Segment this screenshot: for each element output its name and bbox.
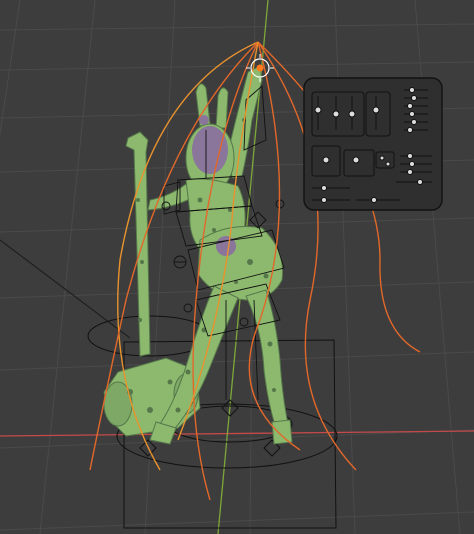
x-axis-line — [0, 430, 474, 437]
camera-frustum-line — [0, 239, 131, 339]
viewport-canvas[interactable] — [0, 0, 474, 534]
face-rig-control-panel[interactable] — [303, 77, 443, 211]
3d-viewport[interactable] — [0, 0, 474, 534]
